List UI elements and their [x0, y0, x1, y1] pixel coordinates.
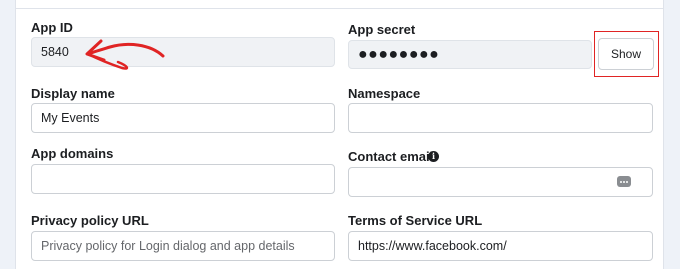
app-id-label: App ID — [31, 20, 73, 35]
app-secret-value: ●●●●●●●● — [358, 45, 440, 63]
app-secret-label: App secret — [348, 22, 416, 37]
autofill-icon[interactable] — [617, 176, 631, 187]
display-name-field[interactable]: My Events — [31, 103, 335, 133]
app-settings-page: App ID 5840 App secret ●●●●●●●● Show Dis… — [0, 0, 680, 269]
privacy-policy-url-label: Privacy policy URL — [31, 213, 149, 228]
app-id-field[interactable]: 5840 — [31, 37, 335, 67]
info-icon[interactable]: i — [428, 151, 439, 162]
card-top-edge — [15, 0, 664, 9]
contact-email-label: Contact email — [348, 149, 434, 164]
card-border-left — [15, 0, 16, 269]
display-name-label: Display name — [31, 86, 115, 101]
app-domains-field[interactable] — [31, 164, 335, 194]
page-margin-left — [0, 0, 15, 269]
page-margin-right — [664, 0, 680, 269]
terms-of-service-url-label: Terms of Service URL — [348, 213, 483, 228]
namespace-field[interactable] — [348, 103, 653, 133]
terms-of-service-url-value: https://www.facebook.com/ — [358, 239, 507, 253]
app-domains-label: App domains — [31, 146, 114, 161]
contact-email-field[interactable] — [348, 167, 653, 197]
card-border-right — [663, 0, 664, 269]
app-id-value: 5840 — [41, 45, 69, 59]
terms-of-service-url-field[interactable]: https://www.facebook.com/ — [348, 231, 653, 261]
privacy-policy-url-placeholder: Privacy policy for Login dialog and app … — [41, 239, 295, 253]
display-name-value: My Events — [41, 111, 100, 125]
show-secret-button[interactable]: Show — [598, 38, 654, 70]
privacy-policy-url-field[interactable]: Privacy policy for Login dialog and app … — [31, 231, 335, 261]
app-secret-field[interactable]: ●●●●●●●● — [348, 40, 592, 69]
namespace-label: Namespace — [348, 86, 421, 101]
